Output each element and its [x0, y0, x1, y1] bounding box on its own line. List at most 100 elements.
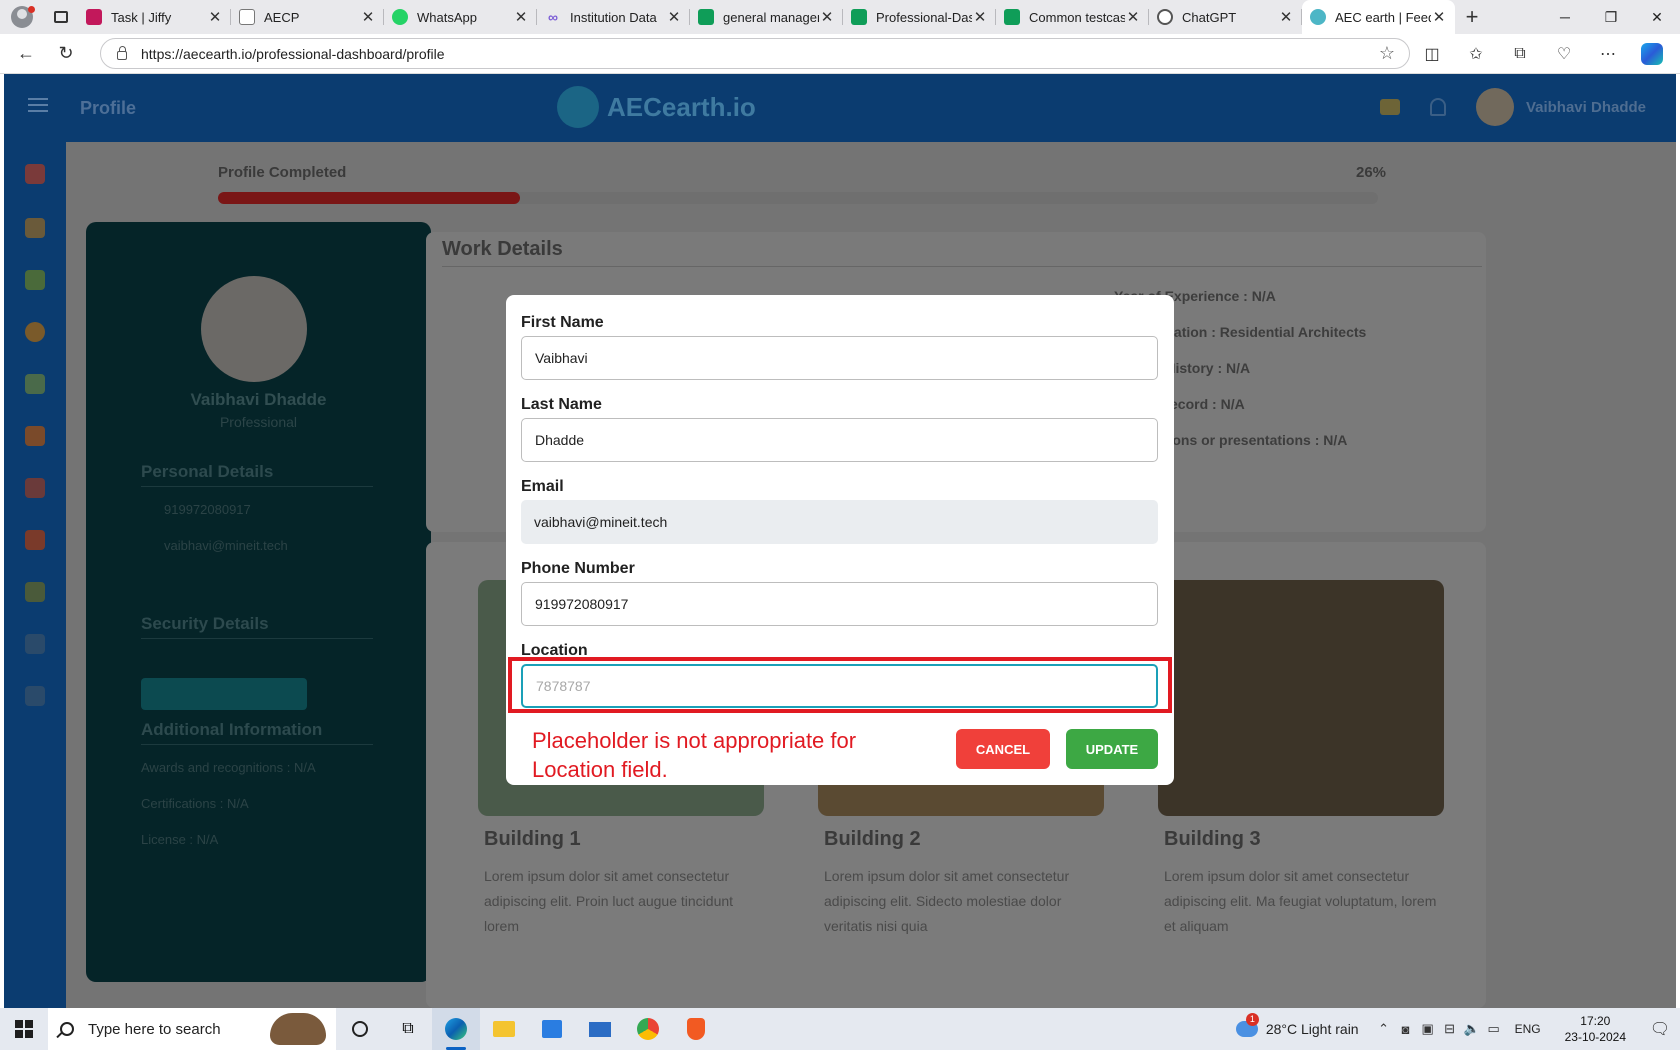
favorites-icon[interactable]: ✩ — [1454, 34, 1498, 74]
mail-icon[interactable] — [576, 1008, 624, 1050]
volume-icon[interactable]: 🔈 — [1461, 1021, 1483, 1037]
lock-icon — [117, 46, 127, 60]
browser-tab[interactable]: general managem ✕ — [690, 0, 843, 34]
building-description: Lorem ipsum dolor sit amet consectetur a… — [824, 868, 1070, 934]
crown-icon[interactable] — [1379, 99, 1400, 115]
first-name-label: First Name — [521, 314, 604, 331]
briefcase-icon[interactable] — [25, 426, 45, 446]
more-menu-icon[interactable]: ⋯ — [1586, 34, 1630, 74]
user-icon[interactable] — [25, 218, 45, 238]
task-view-icon[interactable]: ⧉ — [384, 1008, 432, 1050]
progress-percent: 26% — [1356, 164, 1387, 181]
weather-text[interactable]: 28°C Light rain — [1266, 1021, 1359, 1037]
header-actions: Vaibhavi Dhadde — [1379, 88, 1646, 126]
change-password-button[interactable] — [141, 678, 307, 710]
last-name-field[interactable] — [521, 418, 1158, 462]
tab-title: Task | Jiffy — [111, 9, 172, 25]
last-name-label: Last Name — [521, 396, 602, 413]
brave-icon[interactable] — [672, 1008, 720, 1050]
toolbar-actions: ◫ ✩ ⧉ ♡ ⋯ — [1410, 34, 1674, 74]
start-button[interactable] — [0, 1008, 48, 1050]
minimize-icon[interactable]: ─ — [1542, 0, 1588, 34]
work-details-title: Work Details — [442, 238, 563, 260]
tab-title: Common testcase — [1029, 9, 1125, 25]
refresh-icon[interactable]: ↻ — [46, 34, 86, 74]
helmet-icon[interactable] — [25, 582, 45, 602]
chart-icon[interactable] — [25, 270, 45, 290]
close-icon[interactable]: ✕ — [207, 8, 223, 26]
cancel-button[interactable]: CANCEL — [956, 729, 1050, 769]
camera-icon[interactable]: ◙ — [1395, 1022, 1417, 1037]
browser-tab[interactable]: WhatsApp ✕ — [384, 0, 537, 34]
calendar-icon[interactable] — [25, 478, 45, 498]
list-icon[interactable] — [25, 634, 45, 654]
taskbar-search[interactable]: Type here to search — [48, 1008, 336, 1050]
close-icon[interactable]: ✕ — [1278, 8, 1294, 26]
browser-tab[interactable]: ∞ Institution Data ✕ — [537, 0, 690, 34]
close-icon[interactable]: ✕ — [1125, 8, 1141, 26]
tab-actions-button[interactable] — [44, 0, 78, 34]
new-tab-button[interactable]: + — [1455, 4, 1489, 30]
first-name-field[interactable] — [521, 336, 1158, 380]
building-icon[interactable] — [25, 530, 45, 550]
aec-icon — [1310, 9, 1326, 25]
close-icon[interactable]: ✕ — [819, 8, 835, 26]
edge-taskbar-icon[interactable] — [432, 1008, 480, 1050]
cortana-icon[interactable] — [336, 1008, 384, 1050]
edit-icon[interactable] — [25, 374, 45, 394]
document-icon[interactable] — [25, 686, 45, 706]
tab-title: WhatsApp — [417, 9, 477, 25]
chatgpt-icon — [1157, 9, 1173, 25]
avatar[interactable] — [1475, 88, 1514, 126]
favorite-star-icon[interactable]: ☆ — [1379, 43, 1395, 64]
sheets-icon — [1004, 9, 1020, 25]
collections-icon[interactable]: ⧉ — [1498, 34, 1542, 74]
close-icon[interactable]: ✕ — [666, 8, 682, 26]
restore-icon[interactable]: ❐ — [1588, 0, 1634, 34]
security-icon[interactable]: ▣ — [1417, 1021, 1439, 1037]
clock[interactable]: 17:20 23-10-2024 — [1565, 1013, 1626, 1045]
sheets-icon — [851, 9, 867, 25]
file-explorer-icon[interactable] — [480, 1008, 528, 1050]
language-indicator[interactable]: ENG — [1515, 1022, 1541, 1036]
sidebar-rail — [4, 142, 66, 1008]
edit-profile-modal: First Name Last Name Email Phone Number … — [506, 295, 1174, 785]
home-icon[interactable] — [25, 164, 45, 184]
close-icon[interactable]: ✕ — [360, 8, 376, 26]
hamburger-menu-icon[interactable] — [28, 98, 48, 112]
address-bar[interactable]: https://aecearth.io/professional-dashboa… — [100, 38, 1410, 69]
page-icon — [239, 9, 255, 25]
chevron-up-icon[interactable]: ⌃ — [1373, 1021, 1395, 1037]
browser-essentials-icon[interactable]: ♡ — [1542, 34, 1586, 74]
bell-icon[interactable] — [1429, 98, 1446, 116]
phone-field[interactable] — [521, 582, 1158, 626]
certifications-text: Certifications : N/A — [141, 796, 249, 811]
weather-icon[interactable]: 1 — [1235, 1013, 1259, 1037]
store-icon[interactable] — [528, 1008, 576, 1050]
battery-icon[interactable]: ▭ — [1483, 1021, 1505, 1037]
annotation-text: Placeholder is not appropriate for Locat… — [532, 728, 857, 782]
chrome-icon[interactable] — [624, 1008, 672, 1050]
close-icon[interactable]: ✕ — [1431, 8, 1447, 26]
notification-center-icon[interactable]: 🗨 — [1640, 1019, 1680, 1039]
copilot-button[interactable] — [1630, 34, 1674, 74]
email-label: Email — [521, 478, 564, 495]
jiffy-icon — [86, 9, 102, 25]
update-button[interactable]: UPDATE — [1066, 729, 1158, 769]
browser-tab-active[interactable]: AEC earth | Feed ✕ — [1302, 0, 1455, 34]
network-icon[interactable]: ⊟ — [1439, 1021, 1461, 1037]
building-description: Lorem ipsum dolor sit amet consectetur a… — [1164, 868, 1437, 934]
browser-tab[interactable]: AECP ✕ — [231, 0, 384, 34]
browser-tab[interactable]: Task | Jiffy ✕ — [78, 0, 231, 34]
browser-tab[interactable]: ChatGPT ✕ — [1149, 0, 1302, 34]
browser-tab[interactable]: Professional-Dash ✕ — [843, 0, 996, 34]
clock-icon[interactable] — [25, 322, 45, 342]
browser-tab[interactable]: Common testcase ✕ — [996, 0, 1149, 34]
close-icon[interactable]: ✕ — [972, 8, 988, 26]
browser-profile-button[interactable] — [0, 0, 44, 34]
close-icon[interactable]: ✕ — [513, 8, 529, 26]
close-window-icon[interactable]: ✕ — [1634, 0, 1680, 34]
split-screen-icon[interactable]: ◫ — [1410, 34, 1454, 74]
back-icon[interactable]: ← — [6, 34, 46, 74]
building-image — [1158, 580, 1444, 816]
